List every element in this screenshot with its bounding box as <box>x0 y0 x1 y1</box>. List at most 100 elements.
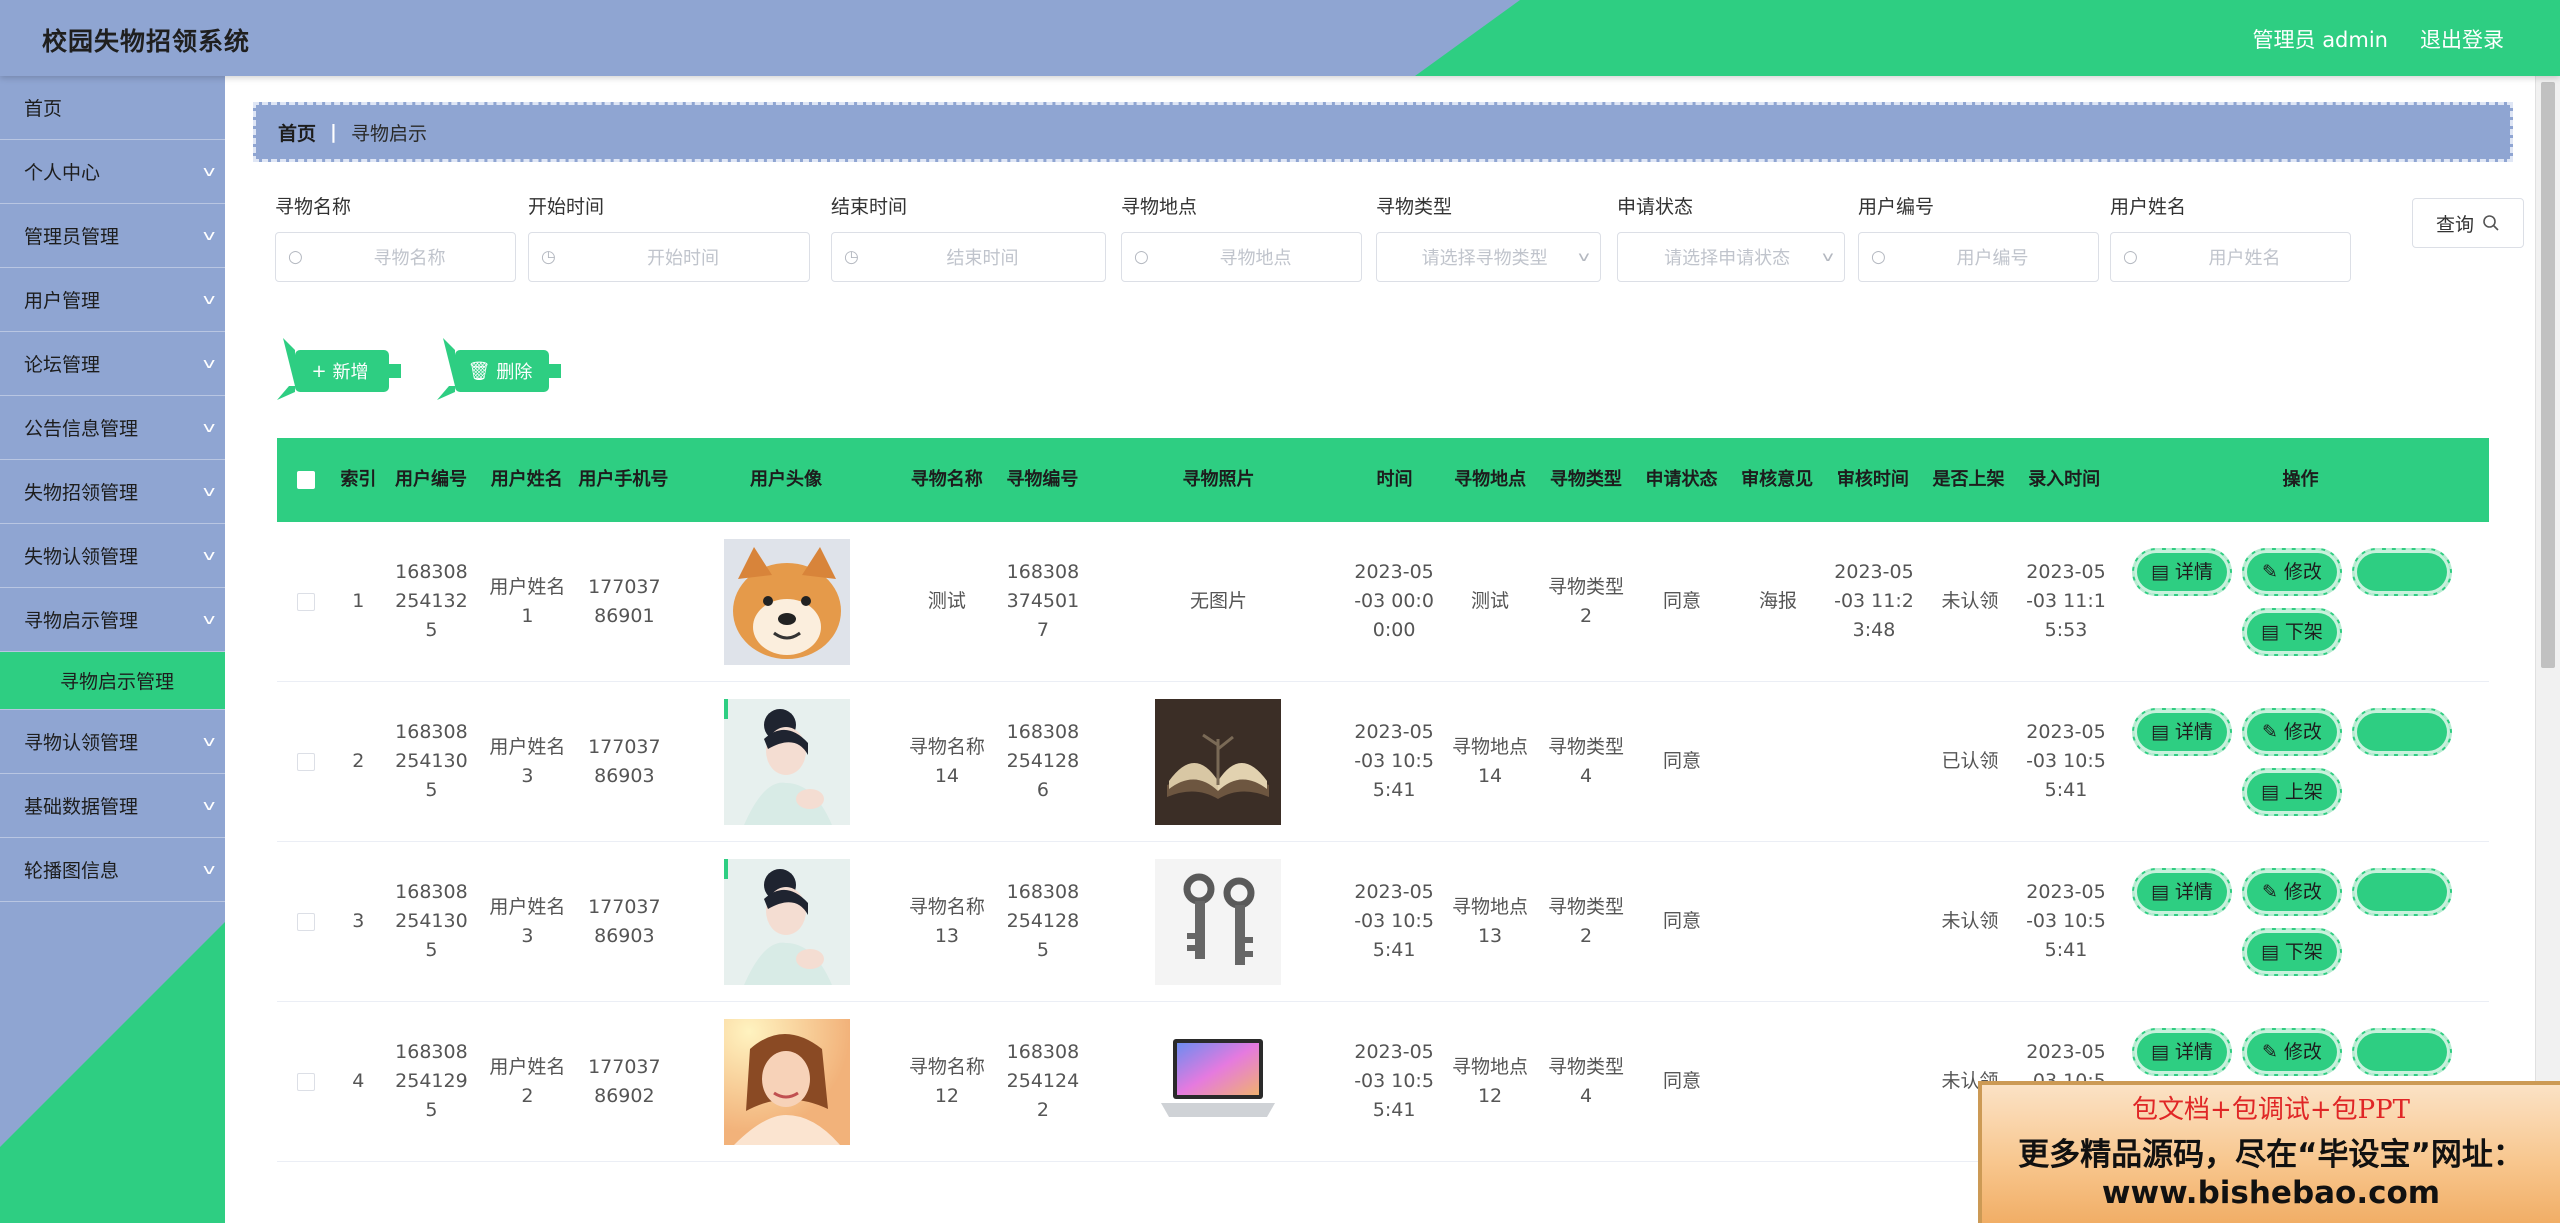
search-input[interactable]: 请选择寻物类型 v <box>1376 232 1601 282</box>
detail-button[interactable]: ▤ 详情 <box>2131 548 2232 596</box>
th-status: 申请状态 <box>1645 469 1718 490</box>
cell-operations: ▤ 详情 ✎ 修改 ▤ 下架 <box>2114 842 2489 1001</box>
shelf-toggle-label: 下架 <box>2284 940 2323 963</box>
cell-lost-id: 1683083745017 <box>1006 561 1080 641</box>
detail-button[interactable]: ▤ 详情 <box>2131 1028 2232 1076</box>
cell-lost-name: 寻物名称14 <box>908 735 985 787</box>
sidebar-item[interactable]: 失物招领管理 v <box>0 460 225 524</box>
search-input[interactable]: ○ 用户编号 <box>1858 232 2099 282</box>
query-button[interactable]: 查询 <box>2412 198 2524 248</box>
admin-user-label[interactable]: 管理员 admin <box>2253 24 2388 54</box>
search-icon: ○ <box>1871 247 1886 267</box>
cell-photo: 无图片 <box>1091 587 1346 616</box>
document-icon: ▤ <box>2260 780 2279 803</box>
search-input[interactable]: 请选择申请状态 v <box>1617 232 1845 282</box>
promo-line-3: www.bishebao.com <box>2101 1175 2441 1211</box>
logout-link[interactable]: 退出登录 <box>2420 24 2504 54</box>
cell-place: 寻物地点14 <box>1452 735 1529 787</box>
search-field: 用户编号 ○ 用户编号 <box>1858 196 2099 282</box>
search-input[interactable]: ○ 寻物名称 <box>275 232 516 282</box>
sidebar-item[interactable]: 公告信息管理 v <box>0 396 225 460</box>
delete-row-button[interactable] <box>2351 868 2452 916</box>
sidebar-item[interactable]: 轮播图信息 v <box>0 838 225 902</box>
search-input[interactable]: ○ 寻物地点 <box>1121 232 1362 282</box>
cell-index: 3 <box>352 910 365 932</box>
chevron-down-icon: v <box>202 291 216 308</box>
chevron-down-icon: v <box>202 355 216 372</box>
lost-item-photo <box>1155 698 1282 825</box>
edit-icon: ✎ <box>2261 560 2278 583</box>
cell-avatar <box>674 1018 899 1145</box>
cell-shelf: 已认领 <box>1941 750 1999 772</box>
cell-user-id: 1683082541305 <box>395 881 468 961</box>
search-input[interactable]: ◷ 结束时间 <box>831 232 1106 282</box>
th-created: 录入时间 <box>2028 469 2101 490</box>
vertical-scrollbar[interactable] <box>2535 76 2560 1223</box>
user-avatar <box>723 538 850 665</box>
cell-place: 测试 <box>1471 590 1510 612</box>
sidebar-item[interactable]: 寻物认领管理 v <box>0 710 225 774</box>
th-user-id: 用户编号 <box>395 469 468 490</box>
delete-row-button[interactable] <box>2351 1028 2452 1076</box>
user-avatar <box>723 1018 850 1145</box>
cell-user-id: 1683082541325 <box>395 561 468 641</box>
select-all-checkbox[interactable] <box>296 471 315 489</box>
edit-button[interactable]: ✎ 修改 <box>2241 708 2342 756</box>
cell-type: 寻物类型4 <box>1548 735 1625 787</box>
detail-button[interactable]: ▤ 详情 <box>2131 708 2232 756</box>
cell-user-name: 用户姓名1 <box>489 575 566 627</box>
delete-button[interactable]: 🗑 删除 <box>435 338 575 404</box>
shelf-toggle-label: 上架 <box>2284 780 2323 803</box>
trash-icon: 🗑 <box>467 360 491 382</box>
th-review: 审核意见 <box>1741 469 1814 490</box>
search-icon: ○ <box>1134 247 1149 267</box>
scrollbar-thumb[interactable] <box>2541 82 2555 668</box>
edit-label: 修改 <box>2283 1040 2322 1063</box>
search-input-placeholder: 寻物名称 <box>373 248 446 269</box>
cell-phone: 17703786902 <box>588 1055 661 1107</box>
sidebar-item[interactable]: 管理员管理 v <box>0 204 225 268</box>
search-input[interactable]: ○ 用户姓名 <box>2110 232 2351 282</box>
no-photo-text: 无图片 <box>1189 590 1247 612</box>
search-input[interactable]: ◷ 开始时间 <box>528 232 810 282</box>
sidebar-item[interactable]: 寻物启示管理 v <box>0 588 225 652</box>
sidebar-item[interactable]: 个人中心 v <box>0 140 225 204</box>
shelf-toggle-button[interactable]: ▤ 下架 <box>2241 608 2342 656</box>
sidebar-item-label: 论坛管理 <box>24 354 101 376</box>
sidebar-item-label: 失物认领管理 <box>24 546 139 568</box>
search-field-label: 寻物名称 <box>275 196 352 218</box>
cell-lost-name: 测试 <box>927 590 966 612</box>
shelf-toggle-button[interactable]: ▤ 下架 <box>2241 928 2342 976</box>
sidebar-item-label: 基础数据管理 <box>24 796 139 818</box>
detail-label: 详情 <box>2174 1040 2213 1063</box>
row-checkbox[interactable] <box>296 752 315 771</box>
sidebar-item[interactable]: 用户管理 v <box>0 268 225 332</box>
sidebar-item[interactable]: 基础数据管理 v <box>0 774 225 838</box>
chevron-down-icon: v <box>202 163 216 180</box>
th-user-name: 用户姓名 <box>490 469 563 490</box>
sidebar-item-label: 寻物启示管理 <box>24 610 139 632</box>
sidebar-item-label: 失物招领管理 <box>24 482 139 504</box>
cell-time: 2023-05-03 10:55:41 <box>1354 1041 1434 1121</box>
sidebar-item[interactable]: 失物认领管理 v <box>0 524 225 588</box>
row-checkbox[interactable] <box>296 592 315 611</box>
shelf-toggle-button[interactable]: ▤ 上架 <box>2241 768 2342 816</box>
search-field-label: 申请状态 <box>1617 196 1694 218</box>
detail-button[interactable]: ▤ 详情 <box>2131 868 2232 916</box>
row-checkbox[interactable] <box>296 912 315 931</box>
edit-button[interactable]: ✎ 修改 <box>2241 1028 2342 1076</box>
cell-place: 寻物地点13 <box>1452 895 1529 947</box>
delete-row-button[interactable] <box>2351 548 2452 596</box>
sidebar-item[interactable]: 首页 <box>0 76 225 140</box>
breadcrumb-home[interactable]: 首页 <box>278 119 316 146</box>
delete-row-button[interactable] <box>2351 708 2452 756</box>
document-icon: ▤ <box>2150 720 2169 743</box>
add-button[interactable]: + 新增 <box>275 338 415 404</box>
edit-button[interactable]: ✎ 修改 <box>2241 868 2342 916</box>
row-checkbox[interactable] <box>296 1072 315 1091</box>
sidebar-subitem-active[interactable]: 寻物启示管理 <box>0 652 225 710</box>
cell-type: 寻物类型2 <box>1548 575 1625 627</box>
edit-button[interactable]: ✎ 修改 <box>2241 548 2342 596</box>
th-photo: 寻物照片 <box>1182 469 1255 490</box>
sidebar-item[interactable]: 论坛管理 v <box>0 332 225 396</box>
